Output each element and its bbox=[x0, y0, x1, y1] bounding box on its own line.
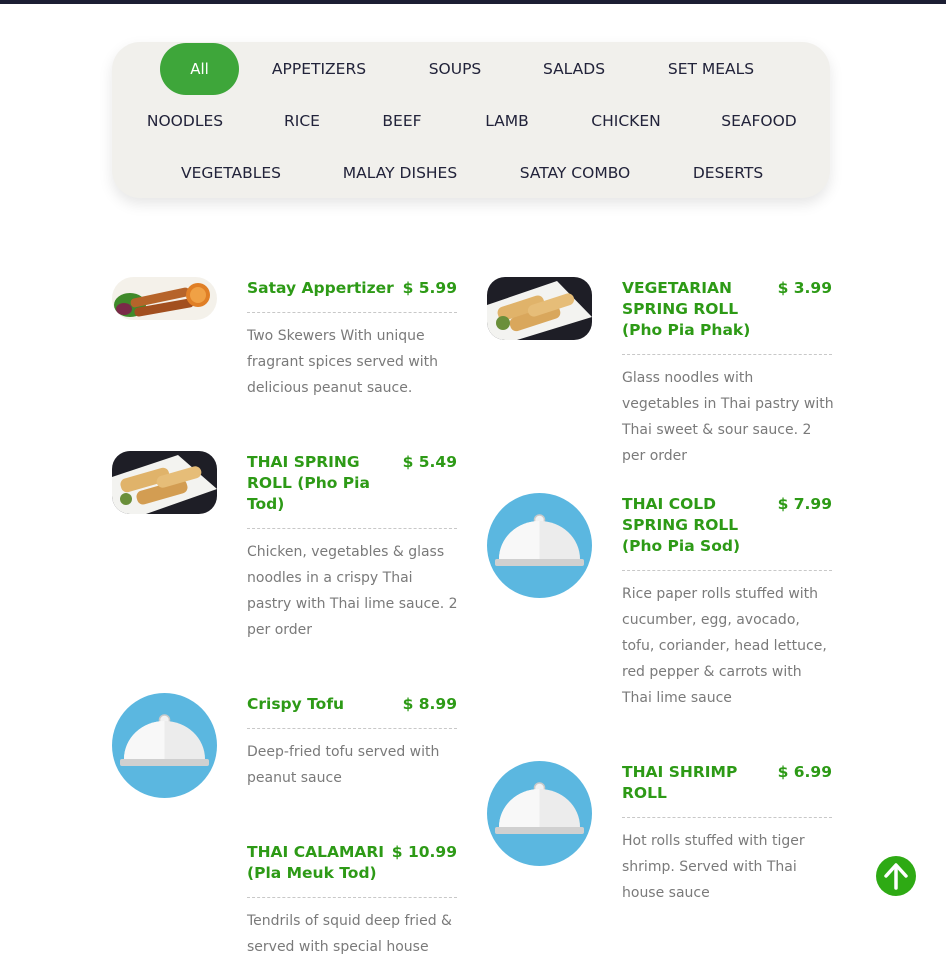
filter-deserts-button[interactable]: DESERTS bbox=[679, 147, 777, 199]
filter-noodles-button[interactable]: NOODLES bbox=[135, 95, 235, 147]
filter-appetizers-button[interactable]: APPETIZERS bbox=[258, 43, 380, 95]
menu-item-title[interactable]: THAI SHRIMP ROLL bbox=[622, 762, 757, 804]
menu-item-price: $ 5.99 bbox=[402, 279, 457, 297]
menu-item-price: $ 3.99 bbox=[777, 279, 832, 297]
satay-photo[interactable] bbox=[112, 277, 217, 320]
filter-set-meals-button[interactable]: SET MEALS bbox=[653, 43, 769, 95]
menu-item-description: Chicken, vegetables & glass noodles in a… bbox=[247, 544, 458, 638]
filter-row-1: All APPETIZERS SOUPS SALADS SET MEALS bbox=[0, 43, 946, 95]
filter-seafood-button[interactable]: SEAFOOD bbox=[707, 95, 811, 147]
menu-item-description: Rice paper rolls stuffed with cucumber, … bbox=[622, 586, 827, 706]
filter-chicken-button[interactable]: CHICKEN bbox=[578, 95, 674, 147]
cloche-icon[interactable] bbox=[112, 693, 217, 798]
filter-rice-button[interactable]: RICE bbox=[270, 95, 334, 147]
filter-beef-button[interactable]: BEEF bbox=[367, 95, 437, 147]
filter-lamb-button[interactable]: LAMB bbox=[470, 95, 544, 147]
filter-malay-dishes-button[interactable]: MALAY DISHES bbox=[328, 147, 472, 199]
menu-item-description: Hot rolls stuffed with tiger shrimp. Ser… bbox=[622, 833, 805, 901]
menu-item-title[interactable]: THAI CALAMARI (Pla Meuk Tod) bbox=[247, 842, 392, 884]
spring-roll-photo[interactable] bbox=[112, 451, 217, 514]
divider bbox=[247, 897, 457, 898]
filter-row-2: NOODLES RICE BEEF LAMB CHICKEN SEAFOOD bbox=[0, 95, 946, 147]
top-border bbox=[0, 0, 946, 4]
divider bbox=[622, 817, 832, 818]
arrow-up-icon bbox=[884, 863, 908, 890]
menu-item-title[interactable]: THAI COLD SPRING ROLL (Pho Pia Sod) bbox=[622, 494, 757, 557]
menu-item-title[interactable]: VEGETARIAN SPRING ROLL (Pho Pia Phak) bbox=[622, 278, 757, 341]
filter-soups-button[interactable]: SOUPS bbox=[413, 43, 497, 95]
menu-item-price: $ 8.99 bbox=[402, 695, 457, 713]
menu-item-title[interactable]: THAI SPRING ROLL (Pho Pia Tod) bbox=[247, 452, 387, 515]
filter-row-3: VEGETABLES MALAY DISHES SATAY COMBO DESE… bbox=[0, 147, 946, 199]
menu-item-description: Deep-fried tofu served with peanut sauce bbox=[247, 744, 440, 786]
divider bbox=[622, 354, 832, 355]
divider bbox=[247, 312, 457, 313]
cloche-icon[interactable] bbox=[487, 761, 592, 866]
menu-item-price: $ 7.99 bbox=[777, 495, 832, 513]
menu-item-price: $ 10.99 bbox=[391, 843, 457, 861]
menu-item-title[interactable]: Crispy Tofu bbox=[247, 694, 387, 715]
spring-roll-photo[interactable] bbox=[487, 277, 592, 340]
divider bbox=[622, 570, 832, 571]
filter-satay-combo-button[interactable]: SATAY COMBO bbox=[505, 147, 645, 199]
menu-item-price: $ 5.49 bbox=[402, 453, 457, 471]
menu-item-description: Glass noodles with vegetables in Thai pa… bbox=[622, 370, 834, 464]
filter-all-button[interactable]: All bbox=[160, 43, 239, 95]
cloche-icon[interactable] bbox=[487, 493, 592, 598]
menu-item-description: Two Skewers With unique fragrant spices … bbox=[247, 328, 439, 396]
divider bbox=[247, 528, 457, 529]
divider bbox=[247, 728, 457, 729]
menu-item-description: Tendrils of squid deep fried & served wi… bbox=[247, 913, 452, 955]
filter-salads-button[interactable]: SALADS bbox=[530, 43, 618, 95]
scroll-top-button[interactable] bbox=[876, 856, 916, 896]
menu-item-price: $ 6.99 bbox=[777, 763, 832, 781]
filter-vegetables-button[interactable]: VEGETABLES bbox=[168, 147, 294, 199]
menu-item-title[interactable]: Satay Appertizer bbox=[247, 278, 405, 299]
